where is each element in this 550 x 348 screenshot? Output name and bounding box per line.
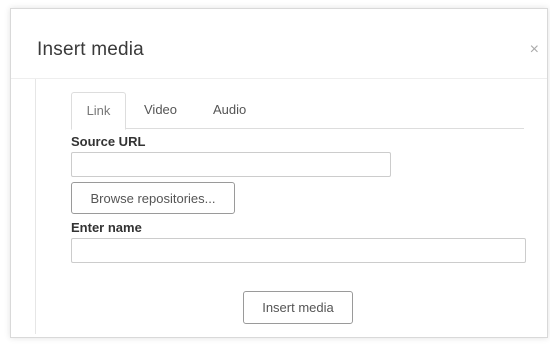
dialog-body-divider	[35, 79, 36, 334]
dialog-title: Insert media	[37, 39, 144, 60]
media-type-tabs: Link Video Audio	[71, 92, 524, 130]
tab-link[interactable]: Link	[71, 92, 126, 130]
browse-repositories-button[interactable]: Browse repositories...	[71, 182, 235, 214]
tab-audio[interactable]: Audio	[213, 92, 246, 129]
dialog-header: Insert media ×	[11, 9, 547, 79]
source-url-label: Source URL	[71, 134, 146, 149]
name-input[interactable]	[71, 238, 526, 263]
insert-media-button[interactable]: Insert media	[243, 291, 353, 324]
enter-name-label: Enter name	[71, 220, 142, 235]
tab-video[interactable]: Video	[144, 92, 177, 129]
close-icon[interactable]: ×	[530, 42, 539, 58]
page-background: Insert media × Link Video Audio Source U…	[0, 0, 550, 348]
source-url-input[interactable]	[71, 152, 391, 177]
insert-media-dialog: Insert media × Link Video Audio Source U…	[10, 8, 548, 338]
